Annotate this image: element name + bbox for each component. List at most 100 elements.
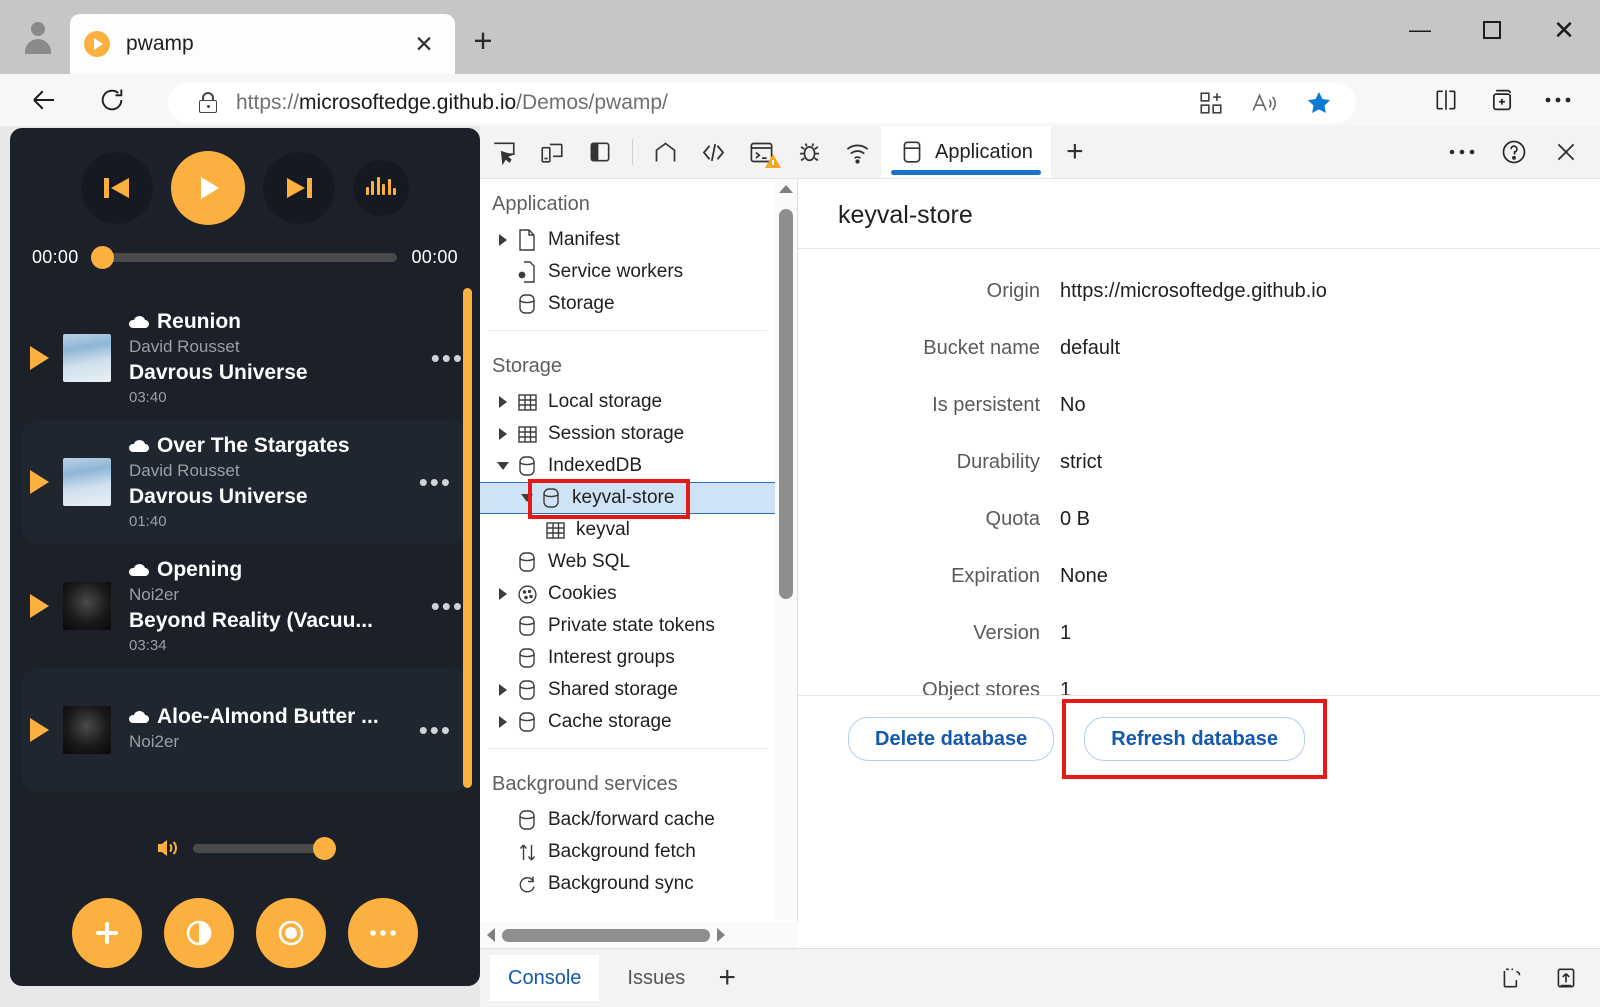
list-item[interactable]: Reunion David Rousset Davrous Universe 0… <box>10 296 480 420</box>
chevron-right-icon[interactable] <box>492 428 514 440</box>
volume-icon[interactable] <box>157 838 179 858</box>
track-more-icon[interactable]: ••• <box>411 715 452 746</box>
sidebar-item-session-storage[interactable]: Session storage <box>480 418 775 450</box>
close-devtools-icon[interactable] <box>1540 132 1592 172</box>
dock-side-icon[interactable] <box>576 132 624 172</box>
new-recording-icon[interactable] <box>1492 958 1532 998</box>
sidebar-item-local-storage[interactable]: Local storage <box>480 386 775 418</box>
scroll-down-icon[interactable] <box>775 900 797 920</box>
network-icon[interactable] <box>833 132 881 172</box>
scroll-thumb[interactable] <box>779 209 793 599</box>
tab-issues[interactable]: Issues <box>609 955 703 1001</box>
seek-slider[interactable] <box>90 246 398 269</box>
scroll-right-icon[interactable] <box>710 928 732 942</box>
export-icon[interactable] <box>1546 958 1586 998</box>
sidebar-item-cache-storage[interactable]: Cache storage <box>480 706 775 738</box>
list-item[interactable]: Aloe-Almond Butter ... Noi2er ••• <box>22 668 468 792</box>
sidebar-horizontal-scrollbar[interactable] <box>480 922 798 948</box>
play-track-icon[interactable] <box>30 718 49 742</box>
settings-more-icon[interactable] <box>1530 79 1586 121</box>
sidebar-item-interest-groups[interactable]: Interest groups <box>480 642 775 674</box>
play-track-icon[interactable] <box>30 594 49 618</box>
inspect-element-icon[interactable] <box>480 132 528 172</box>
scroll-left-icon[interactable] <box>480 928 502 942</box>
refresh-database-button[interactable]: Refresh database <box>1084 717 1306 761</box>
help-icon[interactable] <box>1488 132 1540 172</box>
visualizer-button[interactable] <box>353 160 409 216</box>
sidebar-item-cookies[interactable]: Cookies <box>480 578 775 610</box>
chevron-right-icon[interactable] <box>492 684 514 696</box>
sidebar-item-shared-storage[interactable]: Shared storage <box>480 674 775 706</box>
delete-database-button[interactable]: Delete database <box>848 717 1055 761</box>
track-artist: David Rousset <box>129 337 240 356</box>
sidebar-item-back-forward-cache[interactable]: Back/forward cache <box>480 804 775 836</box>
sidebar-item-web-sql[interactable]: Web SQL <box>480 546 775 578</box>
elements-icon[interactable] <box>689 132 737 172</box>
sidebar-item-label: Cookies <box>548 583 617 604</box>
sidebar-item-service-workers[interactable]: Service workers <box>480 256 775 288</box>
chevron-right-icon[interactable] <box>492 716 514 728</box>
close-window-icon[interactable]: ✕ <box>1528 0 1600 60</box>
sidebar-item-keyval-store[interactable]: keyval-store <box>480 482 775 514</box>
more-tools-icon[interactable] <box>1436 132 1488 172</box>
browser-tab[interactable]: pwamp ✕ <box>70 14 455 74</box>
home-icon[interactable] <box>641 132 689 172</box>
add-panel-button[interactable]: + <box>1051 132 1099 172</box>
chevron-right-icon[interactable] <box>492 234 514 246</box>
chevron-down-icon[interactable] <box>492 462 514 470</box>
sidebar-vertical-scrollbar[interactable] <box>775 179 797 920</box>
previous-track-button[interactable] <box>81 152 153 224</box>
profile-button[interactable] <box>10 8 66 66</box>
chevron-right-icon[interactable] <box>492 396 514 408</box>
tab-title: pwamp <box>126 32 194 55</box>
list-item[interactable]: Over The Stargates David Rousset Davrous… <box>22 420 468 544</box>
volume-slider[interactable] <box>193 836 336 860</box>
reload-icon[interactable] <box>88 80 136 120</box>
sidebar-item-manifest[interactable]: Manifest <box>480 224 775 256</box>
read-aloud-icon[interactable] <box>1238 86 1292 120</box>
sidebar-item-private-state-tokens[interactable]: Private state tokens <box>480 610 775 642</box>
collections-add-icon[interactable] <box>1184 86 1238 120</box>
more-options-button[interactable] <box>348 898 418 968</box>
track-more-icon[interactable]: ••• <box>423 591 464 622</box>
play-button[interactable] <box>171 151 245 225</box>
volume-handle[interactable] <box>313 836 336 860</box>
chevron-down-icon[interactable] <box>516 494 538 502</box>
scroll-thumb-horizontal[interactable] <box>502 928 710 942</box>
album-art <box>63 334 111 382</box>
close-icon[interactable]: ✕ <box>407 27 441 61</box>
add-song-button[interactable] <box>72 898 142 968</box>
track-more-icon[interactable]: ••• <box>423 343 464 374</box>
playlist-scrollbar[interactable] <box>463 288 472 788</box>
next-track-button[interactable] <box>263 152 335 224</box>
sidebar-item-indexeddb[interactable]: IndexedDB <box>480 450 775 482</box>
play-track-icon[interactable] <box>30 346 49 370</box>
debugger-icon[interactable] <box>785 132 833 172</box>
play-track-icon[interactable] <box>30 470 49 494</box>
record-button[interactable] <box>256 898 326 968</box>
device-emulation-icon[interactable] <box>528 132 576 172</box>
sidebar-item-keyval[interactable]: keyval <box>480 514 775 546</box>
theme-button[interactable] <box>164 898 234 968</box>
sidebar-item-storage[interactable]: Storage <box>480 288 775 320</box>
list-item[interactable]: Opening Noi2er Beyond Reality (Vacuu... … <box>10 544 480 668</box>
maximize-icon[interactable] <box>1456 0 1528 60</box>
sidebar-item-background-sync[interactable]: Background sync <box>480 868 775 900</box>
console-warning-icon[interactable] <box>737 132 785 172</box>
new-tab-button[interactable]: + <box>462 20 504 62</box>
sidebar-item-background-fetch[interactable]: Background fetch <box>480 836 775 868</box>
chevron-right-icon[interactable] <box>492 588 514 600</box>
url-scheme: https:// <box>236 91 300 114</box>
favorite-star-icon[interactable] <box>1292 86 1346 120</box>
address-bar[interactable]: https://microsoftedge.github.io/Demos/pw… <box>168 83 1356 123</box>
tab-console[interactable]: Console <box>490 955 600 1001</box>
seek-handle[interactable] <box>90 246 114 269</box>
collections-icon[interactable] <box>1474 79 1530 121</box>
scroll-up-icon[interactable] <box>775 179 797 199</box>
minimize-icon[interactable]: — <box>1384 0 1456 60</box>
back-arrow-icon[interactable] <box>20 80 68 120</box>
track-more-icon[interactable]: ••• <box>411 467 452 498</box>
add-drawer-tab-button[interactable]: + <box>703 961 751 995</box>
tab-application[interactable]: Application <box>881 126 1051 178</box>
split-screen-icon[interactable] <box>1418 79 1474 121</box>
